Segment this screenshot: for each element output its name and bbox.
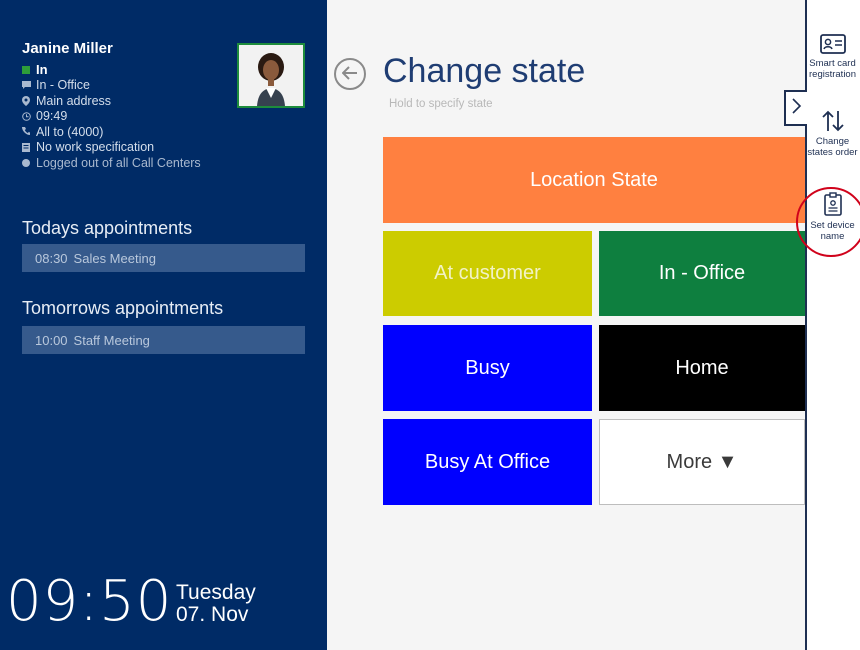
appointment-item[interactable]: 10:00 Staff Meeting <box>22 326 305 354</box>
status-row-state: In - Office <box>22 78 201 94</box>
change-states-order-button[interactable]: Change states order <box>805 110 860 158</box>
status-row-time: 09:49 <box>22 109 201 125</box>
location-state-tile[interactable]: Location State <box>383 137 805 223</box>
right-toolbar <box>805 0 860 650</box>
user-name: Janine Miller <box>22 40 113 57</box>
clock-icon <box>22 111 36 121</box>
date: 07. Nov <box>176 603 249 626</box>
state-tile-in-office[interactable]: In - Office <box>599 231 805 316</box>
status-row-work: No work specification <box>22 140 201 156</box>
arrow-left-icon <box>341 64 358 85</box>
location-pin-icon <box>22 95 36 106</box>
status-row-presence: In <box>22 62 201 78</box>
highlight-circle <box>796 187 860 257</box>
id-card-icon <box>819 34 846 54</box>
page-title: Change state <box>383 52 586 90</box>
document-icon <box>22 142 36 152</box>
date-display: Tuesday 07. Nov <box>176 582 256 626</box>
more-states-button[interactable]: More ▼ <box>599 419 805 505</box>
clock-time: 09:50 <box>6 569 173 634</box>
state-tile-busy[interactable]: Busy <box>383 325 592 411</box>
status-row-location: Main address <box>22 93 201 109</box>
page-hint: Hold to specify state <box>389 98 493 110</box>
sort-arrows-icon <box>821 110 845 132</box>
state-tile-busy-at-office[interactable]: Busy At Office <box>383 419 592 505</box>
user-info-panel: Janine Miller In In - Office Main addres… <box>0 0 327 650</box>
back-button[interactable] <box>334 58 366 90</box>
collapse-toolbar-button[interactable] <box>784 90 807 126</box>
chat-bubble-icon <box>22 81 36 90</box>
gray-dot-icon <box>22 158 36 167</box>
weekday: Tuesday <box>176 581 256 604</box>
state-tile-at-customer[interactable]: At customer <box>383 231 592 316</box>
today-appointments-title: Todays appointments <box>22 218 193 238</box>
smart-card-registration-button[interactable]: Smart card registration <box>805 34 860 80</box>
tomorrow-appointments-title: Tomorrows appointments <box>22 298 224 318</box>
green-square-icon <box>22 65 36 74</box>
status-row-phone: All to (4000) <box>22 124 201 140</box>
status-row-callcenter: Logged out of all Call Centers <box>22 155 201 171</box>
appointment-item[interactable]: 08:30 Sales Meeting <box>22 244 305 272</box>
state-tile-home[interactable]: Home <box>599 325 805 411</box>
avatar <box>237 43 305 108</box>
phone-icon <box>22 127 36 136</box>
status-list: In In - Office Main address 09:49 All to… <box>22 62 201 171</box>
chevron-right-icon <box>791 97 802 120</box>
